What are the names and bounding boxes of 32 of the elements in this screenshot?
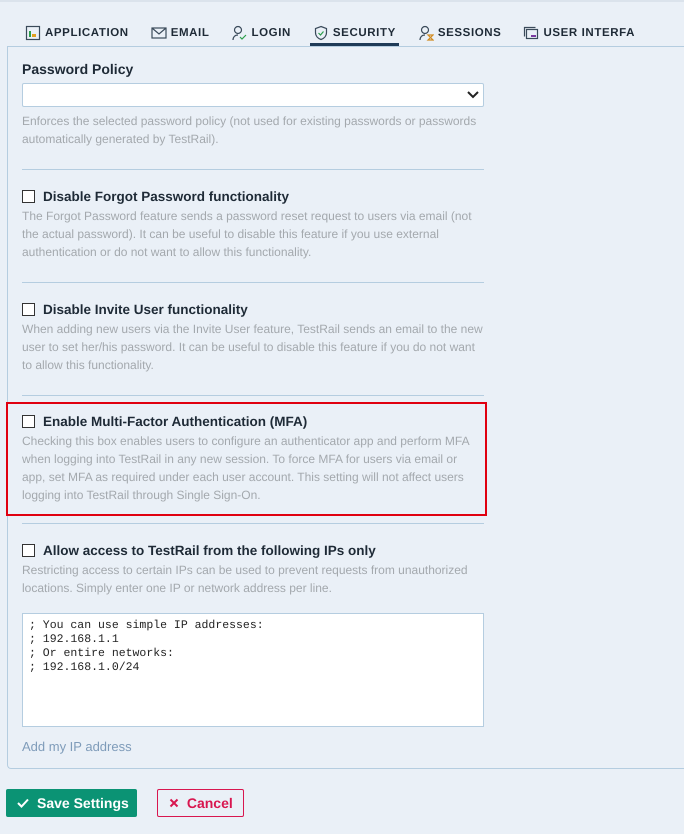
tab[interactable]: SECURITY — [310, 22, 399, 46]
user-clock-icon — [418, 24, 434, 40]
tab[interactable]: SESSIONS — [414, 22, 504, 46]
chevron-down-icon — [467, 91, 479, 99]
help-text: The Forgot Password feature sends a password reset request to users via email (not the actual password). It can be useful to disable this feature if you use external authentication or do not want to allow this functionality. — [22, 208, 473, 261]
option-title: Allow access to TestRail from the following IPs only — [43, 543, 376, 558]
field-label: Password Policy — [22, 61, 134, 77]
chart-icon — [25, 24, 41, 40]
option-title: Disable Forgot Password functionality — [43, 189, 290, 204]
cancel-button[interactable]: Cancel — [156, 789, 244, 817]
checkbox[interactable] — [22, 544, 35, 557]
user-check-icon — [231, 24, 248, 40]
ip-list-field[interactable]: ; You can use simple IP addresses: ; 192.168.1.1 ; Or entire networks: ; 192.168.1.0/24 — [22, 613, 484, 727]
tab[interactable]: LOGIN — [228, 22, 294, 46]
help-text: Restricting access to certain IPs can be used to prevent requests from unauthorized locations. Simply enter one IP or network address per line. — [22, 562, 469, 597]
mail-icon — [150, 24, 167, 40]
shield-icon — [312, 24, 329, 40]
option-title: Enable Multi-Factor Authentication (MFA) — [43, 414, 308, 429]
close-icon — [168, 798, 179, 808]
tab[interactable]: EMAIL — [148, 22, 212, 46]
checkbox[interactable] — [22, 415, 35, 428]
checkbox[interactable] — [22, 190, 35, 203]
option-title: Disable Invite User functionality — [43, 302, 248, 317]
help-text: Checking this box enables users to configure an authenticator app and perform MFA when logging into TestRail in any new session. To force MFA for users via email or app, set MFA as required under each user account. This setting will not affect users logging into TestRail through Single Sign-On. — [22, 433, 470, 504]
checkbox[interactable] — [22, 303, 35, 316]
help-text: Enforces the selected password policy (not used for existing passwords or passwords automatically generated by TestRail). — [22, 113, 478, 148]
windows-icon — [523, 24, 540, 40]
tab[interactable]: APPLICATION — [22, 22, 132, 46]
check-icon — [17, 798, 29, 808]
save-button[interactable]: Save Settings — [6, 789, 137, 817]
tab[interactable]: USER INTERFA — [520, 22, 638, 46]
help-text: When adding new users via the Invite User feature, TestRail sends an email to the new user to set her/his password. It can be useful to disable this feature if you do not want to allow this functionality. — [22, 321, 484, 374]
